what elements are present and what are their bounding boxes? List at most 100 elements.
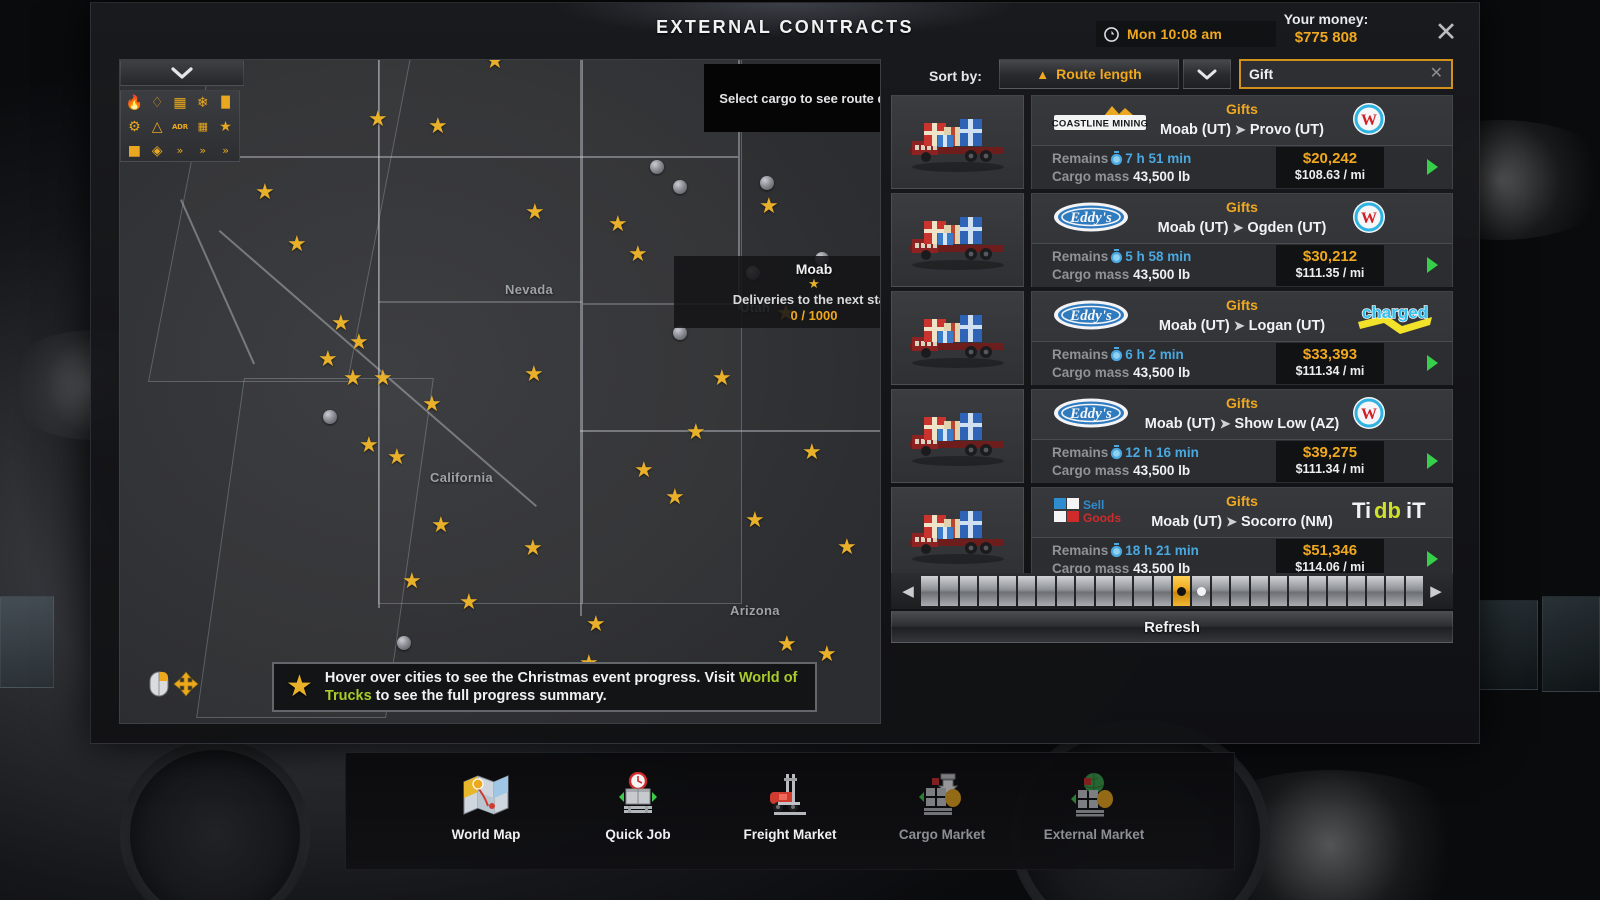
pagination-segment[interactable] bbox=[1095, 576, 1113, 606]
contract-row[interactable]: COASTLINE MINING Gifts Moab (UT) ➤ Provo (… bbox=[891, 95, 1453, 189]
cargo-mass-value: 43,500 lb bbox=[1133, 169, 1191, 184]
contract-card[interactable]: Sell Goods Gifts Moab (UT) ➤ Socorro (NM) … bbox=[1031, 487, 1453, 581]
pagination-segment[interactable] bbox=[1192, 576, 1210, 606]
pagination-segment[interactable] bbox=[1405, 576, 1423, 606]
pagination-segment[interactable] bbox=[1076, 576, 1094, 606]
pagination-segment[interactable] bbox=[1231, 576, 1249, 606]
adr-icon[interactable]: ADR bbox=[172, 120, 188, 134]
nav-item-quick-job[interactable]: Quick Job bbox=[580, 767, 696, 842]
pagination-segment[interactable] bbox=[1250, 576, 1269, 606]
heavy-machinery-icon[interactable]: ⚙ bbox=[128, 120, 141, 134]
external-market-icon bbox=[1036, 767, 1152, 823]
route-arrow-icon: ➤ bbox=[1219, 416, 1231, 431]
contract-row[interactable]: Eddy's Gifts Moab (UT) ➤ Ogden (UT) W Rema… bbox=[891, 193, 1453, 287]
oversize-icon[interactable]: ◈ bbox=[152, 144, 163, 158]
svg-text:W: W bbox=[1361, 406, 1377, 423]
payment-rate: $111.34 / mi bbox=[1295, 364, 1365, 378]
state-label-arizona: Arizona bbox=[730, 603, 780, 618]
pagination-active-segment[interactable] bbox=[1173, 576, 1191, 606]
clear-icon[interactable]: ✕ bbox=[1430, 66, 1443, 82]
city-dot[interactable] bbox=[673, 180, 687, 194]
pagination-bar[interactable]: ◀ ▶ bbox=[891, 573, 1453, 609]
svg-text:db: db bbox=[1374, 498, 1401, 523]
map-legend-collapse[interactable] bbox=[120, 60, 244, 86]
nav-item-world-map[interactable]: World Map bbox=[428, 767, 544, 842]
contract-card[interactable]: Eddy's Gifts Moab (UT) ➤ Ogden (UT) W Rema… bbox=[1031, 193, 1453, 287]
chevron-3-icon[interactable]: » bbox=[222, 144, 229, 158]
remains-info: Remains 7 h 51 min bbox=[1052, 151, 1191, 166]
pagination-segment[interactable] bbox=[921, 576, 939, 606]
pagination-segment[interactable] bbox=[1270, 576, 1288, 606]
pagination-segment[interactable] bbox=[1153, 576, 1172, 606]
remains-label: Remains bbox=[1052, 543, 1109, 558]
liquid-icon[interactable]: ♢ bbox=[151, 96, 164, 110]
nav-item-external-market[interactable]: External Market bbox=[1036, 767, 1152, 842]
sort-button[interactable]: ▲ Route length bbox=[999, 59, 1179, 89]
valuable-icon[interactable]: △ bbox=[152, 120, 163, 134]
pagination-segment[interactable] bbox=[1289, 576, 1307, 606]
city-dot[interactable] bbox=[760, 176, 774, 190]
bulk-icon[interactable]: ▦ bbox=[198, 120, 208, 134]
map-panel[interactable]: Nevada California Utah Arizona bbox=[119, 59, 881, 724]
pagination-segment[interactable] bbox=[979, 576, 997, 606]
star-icon[interactable]: ★ bbox=[219, 120, 232, 134]
pagination-segment[interactable] bbox=[1134, 576, 1152, 606]
refresh-button[interactable]: Refresh bbox=[891, 611, 1453, 643]
pagination-segment[interactable] bbox=[1347, 576, 1365, 606]
crane-icon[interactable]: █ bbox=[221, 96, 229, 110]
gift-trailer-icon bbox=[909, 315, 1004, 368]
pagination-segment[interactable] bbox=[1308, 576, 1327, 606]
close-button[interactable]: ✕ bbox=[1431, 17, 1461, 47]
charged-logo: charged bbox=[1358, 302, 1432, 334]
contract-card[interactable]: COASTLINE MINING Gifts Moab (UT) ➤ Provo (… bbox=[1031, 95, 1453, 189]
fragile-icon[interactable]: 🔥 bbox=[126, 96, 143, 110]
nav-item-cargo-market[interactable]: Cargo Market bbox=[884, 767, 1000, 842]
pagination-segment[interactable] bbox=[1056, 576, 1075, 606]
city-dot[interactable] bbox=[397, 636, 411, 650]
search-input[interactable]: Gift ✕ bbox=[1239, 59, 1453, 89]
cargo-thumbnail[interactable] bbox=[891, 193, 1024, 287]
city-dot[interactable] bbox=[673, 326, 687, 340]
pagination-segment[interactable] bbox=[1017, 576, 1036, 606]
go-arrow-icon[interactable] bbox=[1427, 355, 1438, 371]
gift-trailer-icon bbox=[909, 413, 1004, 466]
city-dot[interactable] bbox=[323, 410, 337, 424]
cargo-thumbnail[interactable] bbox=[891, 291, 1024, 385]
container-icon[interactable]: ▦ bbox=[173, 96, 186, 110]
cargo-thumbnail[interactable] bbox=[891, 389, 1024, 483]
pagination-segment[interactable] bbox=[1328, 576, 1346, 606]
go-arrow-icon[interactable] bbox=[1427, 159, 1438, 175]
route-destination: Ogden (UT) bbox=[1247, 220, 1327, 236]
go-arrow-icon[interactable] bbox=[1427, 257, 1438, 273]
contract-list[interactable]: COASTLINE MINING Gifts Moab (UT) ➤ Provo (… bbox=[891, 95, 1453, 581]
contract-row[interactable]: Eddy's Gifts Moab (UT) ➤ Show Low (AZ) W R… bbox=[891, 389, 1453, 483]
sort-dropdown-button[interactable] bbox=[1183, 59, 1231, 89]
chevron-1-icon[interactable]: » bbox=[177, 144, 184, 158]
contract-row[interactable]: Eddy's Gifts Moab (UT) ➤ Logan (UT) charge… bbox=[891, 291, 1453, 385]
chevron-2-icon[interactable]: » bbox=[199, 144, 206, 158]
cargo-filter-panel[interactable]: 🔥 ♢ ▦ ❄ █ ⚙ △ ADR ▦ ★ ■ ◈ » » » bbox=[120, 90, 240, 162]
next-page-icon[interactable]: ▶ bbox=[1423, 576, 1449, 606]
pagination-segment[interactable] bbox=[1114, 576, 1133, 606]
go-arrow-icon[interactable] bbox=[1427, 453, 1438, 469]
contract-card[interactable]: Eddy's Gifts Moab (UT) ➤ Show Low (AZ) W R… bbox=[1031, 389, 1453, 483]
sort-value: Route length bbox=[1056, 66, 1142, 82]
prev-page-icon[interactable]: ◀ bbox=[895, 576, 921, 606]
pagination-segment[interactable] bbox=[1211, 576, 1230, 606]
pagination-track[interactable] bbox=[921, 576, 1423, 606]
city-dot[interactable] bbox=[650, 160, 664, 174]
contract-row[interactable]: Sell Goods Gifts Moab (UT) ➤ Socorro (NM) … bbox=[891, 487, 1453, 581]
cargo-thumbnail[interactable] bbox=[891, 487, 1024, 581]
contract-card[interactable]: Eddy's Gifts Moab (UT) ➤ Logan (UT) charge… bbox=[1031, 291, 1453, 385]
pagination-segment[interactable] bbox=[940, 576, 958, 606]
cargo-thumbnail[interactable] bbox=[891, 95, 1024, 189]
go-arrow-icon[interactable] bbox=[1427, 551, 1438, 567]
fuel-icon[interactable]: ■ bbox=[128, 144, 141, 158]
pagination-segment[interactable] bbox=[998, 576, 1016, 606]
refrigerated-icon[interactable]: ❄ bbox=[197, 96, 209, 110]
nav-item-freight-market[interactable]: Freight Market bbox=[732, 767, 848, 842]
pagination-segment[interactable] bbox=[1037, 576, 1055, 606]
pagination-segment[interactable] bbox=[1386, 576, 1404, 606]
pagination-segment[interactable] bbox=[959, 576, 978, 606]
pagination-segment[interactable] bbox=[1366, 576, 1385, 606]
